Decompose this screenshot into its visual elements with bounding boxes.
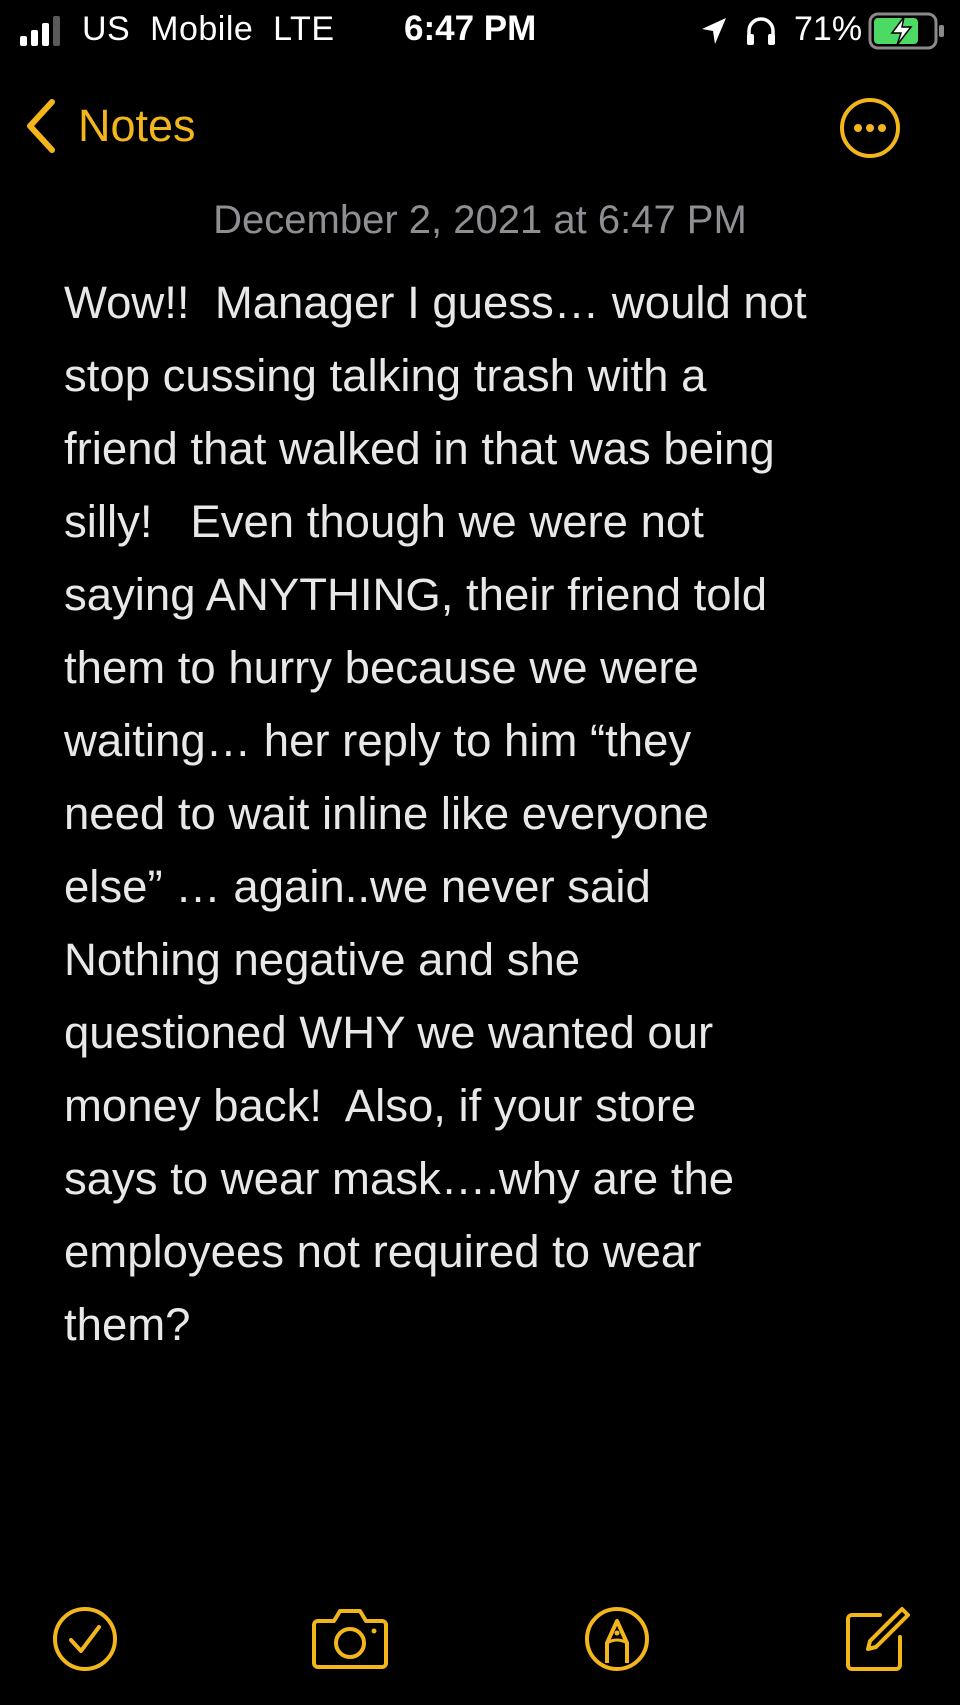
- checklist-button[interactable]: [50, 1603, 120, 1675]
- compose-button[interactable]: [840, 1603, 910, 1675]
- headphones-icon: [747, 17, 775, 45]
- camera-icon: [312, 1609, 388, 1669]
- camera-button[interactable]: [310, 1603, 390, 1675]
- status-time: 6:47 PM: [404, 9, 537, 48]
- markup-button[interactable]: [582, 1603, 652, 1675]
- ellipsis-circle-icon[interactable]: [838, 96, 902, 160]
- note-body-text[interactable]: Wow!! Manager I guess… would not stop cu…: [64, 266, 914, 1361]
- carrier-label: US Mobile LTE: [82, 10, 335, 48]
- compose-icon: [846, 1607, 910, 1671]
- cellular-signal-icon: [20, 16, 60, 46]
- battery-charging-icon: [868, 12, 944, 50]
- note-timestamp: December 2, 2021 at 6:47 PM: [213, 198, 747, 242]
- markup-pen-icon: [585, 1607, 649, 1671]
- checkmark-circle-icon: [53, 1607, 117, 1671]
- chevron-left-icon: [27, 99, 55, 153]
- status-bar: US Mobile LTE 6:47 PM 71%: [0, 0, 960, 62]
- back-button[interactable]: Notes: [22, 96, 196, 156]
- back-button-label: Notes: [78, 100, 196, 151]
- battery-percent: 71%: [794, 10, 863, 48]
- location-arrow-icon: [702, 18, 726, 44]
